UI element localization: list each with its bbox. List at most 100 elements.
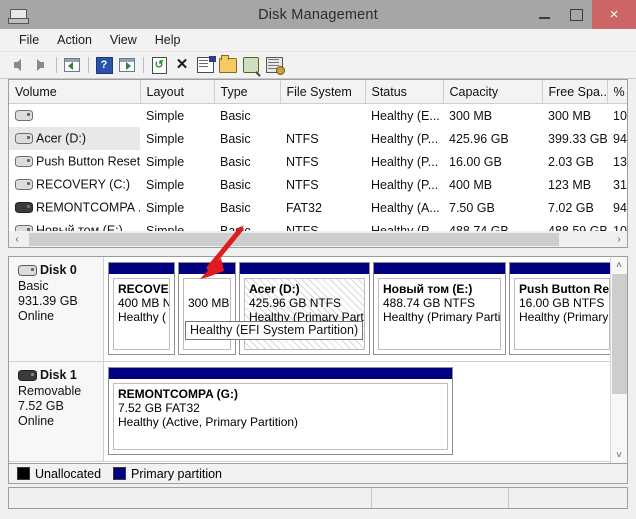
legend: Unallocated Primary partition	[8, 464, 628, 484]
volume-list-horizontal-scrollbar[interactable]: ‹ ›	[8, 231, 628, 248]
disk-title-1: Disk 1	[18, 368, 103, 383]
menu-item-help[interactable]: Help	[146, 31, 190, 49]
partition-size-fs: 16.00 GB NTFS	[519, 296, 605, 310]
menu-item-view[interactable]: View	[101, 31, 146, 49]
partition-size-fs: 7.52 GB FAT32	[118, 401, 200, 415]
basic-disk-icon	[18, 265, 37, 276]
rescan-disks-icon[interactable]: ↺	[148, 54, 170, 76]
partition-novyy-tom-e[interactable]: Новый том (E:) 488.74 GB NTFS Healthy (P…	[373, 262, 506, 355]
table-row[interactable]: Acer (D:) Simple Basic NTFS Healthy (P..…	[9, 127, 627, 150]
column-header-percent-free[interactable]: % F	[607, 80, 627, 104]
partition-body: REMONTCOMPA (G:) 7.52 GB FAT32 Healthy (…	[113, 383, 448, 450]
cell-status: Healthy (A...	[371, 200, 440, 215]
volume-icon	[15, 156, 33, 168]
disk-size: 7.52 GB	[18, 399, 64, 413]
cell-type: Basic	[220, 177, 251, 192]
column-header-file-system[interactable]: File System	[280, 80, 366, 104]
menu-item-file[interactable]: File	[10, 31, 48, 49]
explore-icon[interactable]	[240, 54, 262, 76]
cell-status: Healthy (P...	[371, 177, 439, 192]
partition-size-fs: 425.96 GB NTFS	[249, 296, 342, 310]
show-hide-action-pane-icon[interactable]	[116, 54, 138, 76]
partition-name: REMONTCOMPA (G:)	[118, 387, 238, 401]
volume-list[interactable]: Volume Layout Type File System Status Ca…	[8, 79, 628, 247]
disk-row-0[interactable]: Disk 0 Basic 931.39 GB Online RECOVER 40…	[9, 257, 627, 362]
show-hide-console-tree-icon[interactable]	[61, 54, 83, 76]
table-row[interactable]: Simple Basic Healthy (E... 300 MB 300 MB…	[9, 104, 627, 128]
disk-type: Removable	[18, 384, 82, 398]
partition-name: Acer (D:)	[249, 282, 300, 296]
volume-table: Volume Layout Type File System Status Ca…	[9, 80, 627, 242]
scroll-up-icon[interactable]: ˄	[611, 257, 627, 273]
partition-name: RECOVER	[118, 282, 169, 296]
cell-status: Healthy (E...	[371, 108, 440, 123]
removable-volume-icon	[15, 202, 33, 214]
partition-name: Новый том (E:)	[383, 282, 473, 296]
minimize-icon	[538, 17, 550, 19]
disk-info-1[interactable]: Disk 1 Removable 7.52 GB Online	[9, 362, 104, 461]
scroll-thumb[interactable]	[612, 274, 627, 394]
partition-recovery[interactable]: RECOVER 400 MB N Healthy (	[108, 262, 175, 355]
maximize-icon	[569, 8, 583, 21]
cell-type: Basic	[220, 108, 251, 123]
partition-tooltip: Healthy (EFI System Partition)	[185, 321, 364, 340]
forward-arrow-icon[interactable]	[29, 54, 51, 76]
open-folder-icon[interactable]	[217, 54, 239, 76]
menu-item-action[interactable]: Action	[48, 31, 101, 49]
cell-capacity: 400 MB	[449, 177, 493, 192]
menu-bar: File Action View Help	[0, 29, 636, 52]
cell-type: Basic	[220, 131, 251, 146]
minimize-button[interactable]	[528, 0, 560, 29]
disk-size: 931.39 GB	[18, 294, 78, 308]
disk-row-1[interactable]: Disk 1 Removable 7.52 GB Online REMONTCO…	[9, 362, 627, 462]
help-icon[interactable]: ?	[93, 54, 115, 76]
partition-name	[188, 282, 226, 296]
partition-body: Новый том (E:) 488.74 GB NTFS Healthy (P…	[378, 278, 501, 350]
partition-color-bar	[240, 263, 369, 274]
disk-0-partitions: RECOVER 400 MB N Healthy ( 300 MB Ac	[104, 257, 627, 361]
partition-status: Healthy (	[118, 310, 167, 324]
cell-free-space: 7.02 GB	[548, 200, 594, 215]
legend-item-unallocated: Unallocated	[17, 467, 101, 481]
legend-item-primary-partition: Primary partition	[113, 467, 222, 481]
disk-name: Disk 1	[40, 368, 77, 382]
column-header-type[interactable]: Type	[214, 80, 281, 104]
partition-efi[interactable]: 300 MB	[178, 262, 236, 355]
back-arrow-icon[interactable]	[6, 54, 28, 76]
table-row[interactable]: REMONTCOMPA ... Simple Basic FAT32 Healt…	[9, 196, 627, 219]
status-bar	[8, 487, 628, 509]
column-header-free-space[interactable]: Free Spa...	[542, 80, 608, 104]
scroll-left-icon[interactable]: ‹	[9, 232, 25, 247]
scroll-thumb[interactable]	[29, 232, 559, 246]
table-row[interactable]: Push Button Reset... Simple Basic NTFS H…	[9, 150, 627, 173]
column-header-volume[interactable]: Volume	[9, 80, 141, 104]
disk-info-0[interactable]: Disk 0 Basic 931.39 GB Online	[9, 257, 104, 361]
disk-type: Basic	[18, 279, 49, 293]
cell-file-system: FAT32	[286, 200, 322, 215]
cell-file-system: NTFS	[286, 131, 319, 146]
scroll-track[interactable]	[25, 231, 611, 247]
close-button[interactable]: ×	[592, 0, 636, 29]
scroll-right-icon[interactable]: ›	[611, 232, 627, 247]
delete-icon[interactable]: ✕	[171, 54, 193, 76]
partition-remontcompa-g[interactable]: REMONTCOMPA (G:) 7.52 GB FAT32 Healthy (…	[108, 367, 453, 455]
table-row[interactable]: RECOVERY (C:) Simple Basic NTFS Healthy …	[9, 173, 627, 196]
cell-status: Healthy (P...	[371, 154, 439, 169]
column-header-status[interactable]: Status	[365, 80, 444, 104]
column-header-layout[interactable]: Layout	[140, 80, 215, 104]
cell-capacity: 300 MB	[449, 108, 493, 123]
cell-capacity: 425.96 GB	[449, 131, 509, 146]
options-icon[interactable]	[263, 54, 285, 76]
partition-acer-d[interactable]: Acer (D:) 425.96 GB NTFS Healthy (Primar…	[239, 262, 370, 355]
column-header-capacity[interactable]: Capacity	[443, 80, 543, 104]
properties-icon[interactable]	[194, 54, 216, 76]
partition-body: RECOVER 400 MB N Healthy (	[113, 278, 170, 350]
partition-push-button-reset[interactable]: Push Button Re 16.00 GB NTFS Healthy (Pr…	[509, 262, 615, 355]
maximize-button[interactable]	[560, 0, 592, 29]
disk-pane-vertical-scrollbar[interactable]: ˄ ˅	[610, 257, 627, 463]
status-pane-3	[509, 488, 627, 508]
cell-percent-free: 13	[613, 154, 627, 169]
partition-status: Healthy (Primary	[519, 310, 609, 324]
disk-state: Online	[18, 309, 55, 323]
scroll-down-icon[interactable]: ˅	[611, 447, 627, 463]
